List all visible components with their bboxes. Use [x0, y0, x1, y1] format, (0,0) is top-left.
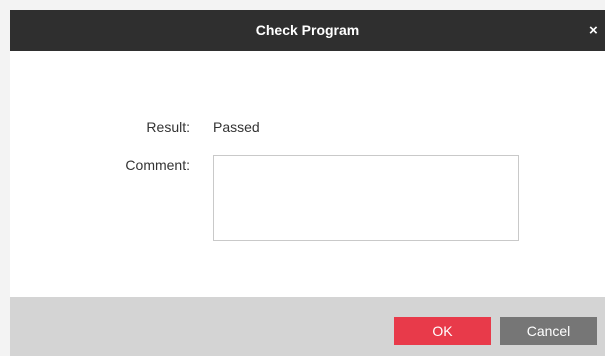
dialog-body: Result: Passed Comment:: [10, 51, 605, 297]
result-value: Passed: [213, 119, 260, 135]
close-icon[interactable]: ×: [589, 10, 605, 51]
dialog-titlebar: Check Program ×: [10, 10, 605, 51]
comment-label: Comment:: [125, 157, 190, 173]
ok-button[interactable]: OK: [394, 317, 491, 345]
comment-field[interactable]: [213, 155, 519, 241]
result-label: Result:: [146, 119, 190, 135]
cancel-button[interactable]: Cancel: [500, 317, 597, 345]
dialog-title: Check Program: [255, 22, 360, 38]
dialog-footer: OK Cancel: [10, 297, 605, 356]
check-program-dialog: Check Program × Result: Passed Comment: …: [10, 10, 605, 356]
